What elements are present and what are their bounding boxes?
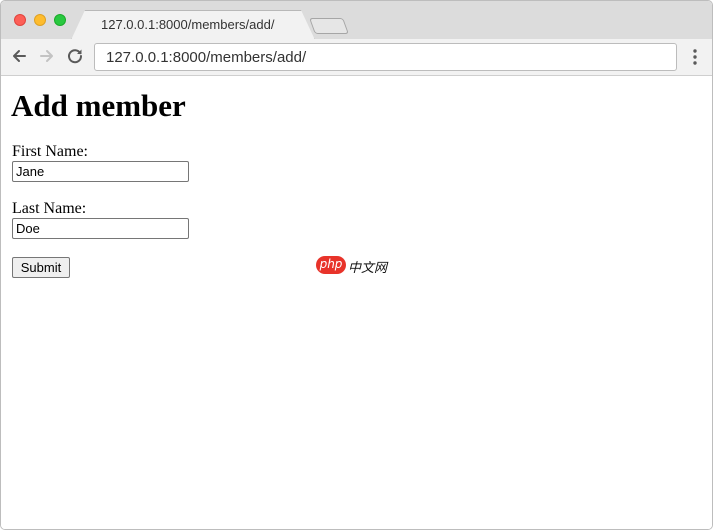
reload-icon[interactable]	[66, 47, 84, 65]
address-text[interactable]: 127.0.0.1:8000/members/add/	[106, 49, 306, 66]
tab-title: 127.0.0.1:8000/members/add/	[101, 17, 275, 32]
watermark-badge: php	[316, 256, 346, 274]
page-title: Add member	[11, 88, 186, 123]
browser-window: 127.0.0.1:8000/members/add/ 127.0.0.1:80…	[0, 0, 713, 530]
last-name-field[interactable]	[12, 218, 189, 239]
arrow-left-icon[interactable]	[10, 47, 28, 65]
tab-strip: 127.0.0.1:8000/members/add/	[1, 1, 712, 40]
last-name-label: Last Name:	[12, 200, 87, 217]
minimize-window-button[interactable]	[34, 14, 46, 26]
new-tab-button[interactable]	[309, 18, 349, 34]
submit-button[interactable]: Submit	[12, 257, 70, 278]
maximize-window-button[interactable]	[54, 14, 66, 26]
first-name-label: First Name:	[12, 143, 88, 160]
first-name-field[interactable]	[12, 161, 189, 182]
watermark-text: 中文网	[348, 261, 388, 276]
kebab-menu-icon[interactable]	[690, 48, 700, 66]
close-window-button[interactable]	[14, 14, 26, 26]
arrow-right-icon[interactable]	[38, 47, 56, 65]
page-content	[1, 77, 712, 529]
